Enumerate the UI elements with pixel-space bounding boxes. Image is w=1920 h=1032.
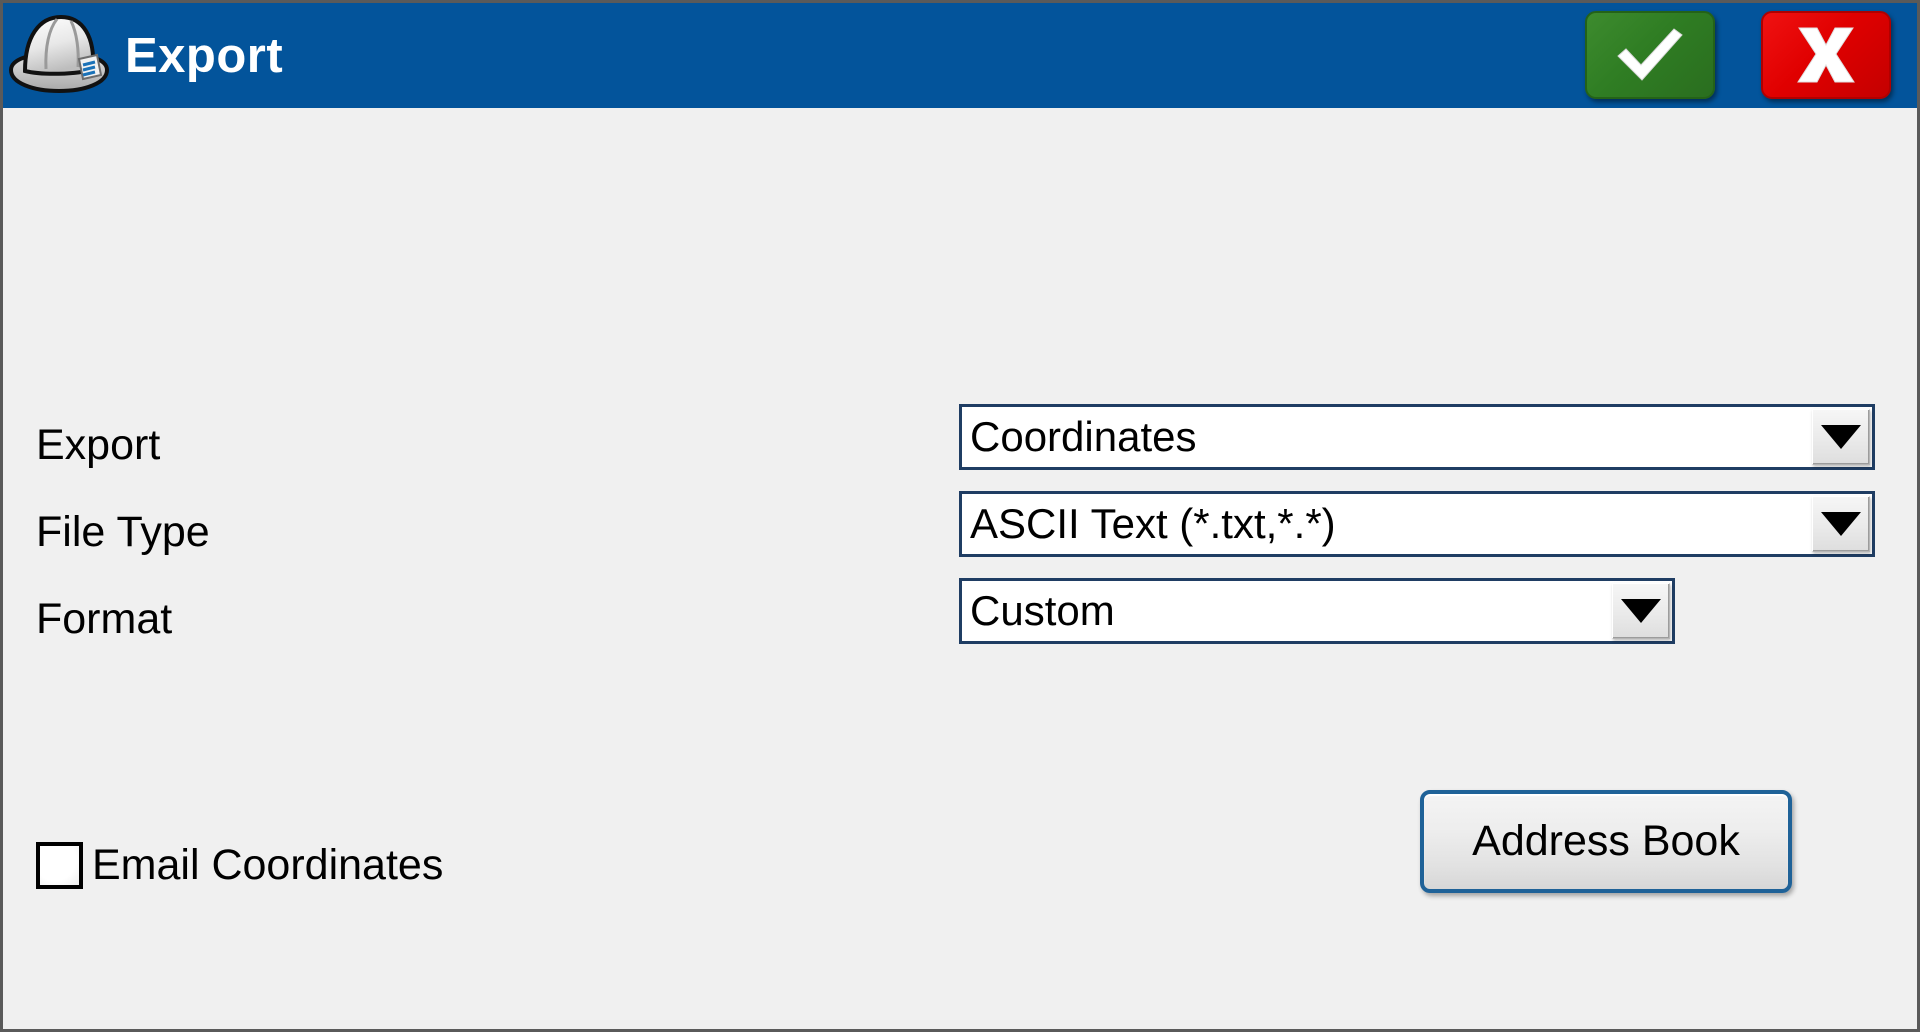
page-title: Export: [125, 28, 284, 83]
export-dropdown-toggle[interactable]: [1812, 409, 1870, 465]
label-file-type: File Type: [36, 508, 210, 556]
x-icon: [1791, 24, 1861, 86]
format-dropdown-toggle[interactable]: [1612, 583, 1670, 639]
label-export: Export: [36, 421, 161, 469]
address-book-button[interactable]: Address Book: [1420, 790, 1792, 893]
title-bar: Export: [3, 3, 1917, 108]
hard-hat-icon: [5, 7, 113, 103]
email-coordinates-label: Email Coordinates: [92, 841, 444, 889]
file-type-dropdown-toggle[interactable]: [1812, 496, 1870, 552]
dialog-body: Export File Type Format Coordinates ASCI…: [3, 108, 1917, 1029]
export-dropdown[interactable]: Coordinates: [959, 404, 1875, 470]
cancel-button[interactable]: [1761, 11, 1891, 99]
email-coordinates-checkbox[interactable]: [36, 842, 83, 889]
export-dialog-window: Export Export File Type Format Coordinat…: [0, 0, 1920, 1032]
check-icon: [1612, 25, 1688, 85]
address-book-button-label: Address Book: [1472, 817, 1740, 865]
file-type-dropdown[interactable]: ASCII Text (*.txt,*.*): [959, 491, 1875, 557]
email-coordinates-row[interactable]: Email Coordinates: [36, 841, 443, 890]
label-format: Format: [36, 595, 173, 643]
format-dropdown[interactable]: Custom: [959, 578, 1675, 644]
accept-button[interactable]: [1585, 11, 1715, 99]
file-type-dropdown-value: ASCII Text (*.txt,*.*): [970, 500, 1336, 547]
chevron-down-icon: [1821, 512, 1861, 536]
chevron-down-icon: [1821, 425, 1861, 449]
export-dropdown-value: Coordinates: [970, 413, 1197, 460]
chevron-down-icon: [1621, 599, 1661, 623]
format-dropdown-value: Custom: [970, 587, 1115, 634]
